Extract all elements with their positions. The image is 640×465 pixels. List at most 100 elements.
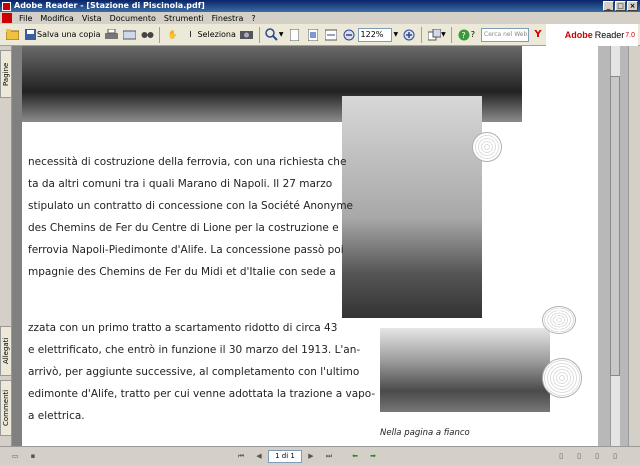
paragraph-line: e elettrificato, che entrò in funzione i…	[28, 344, 361, 356]
forward-arrow-icon: ➡	[370, 452, 376, 460]
save-copy-label: Salva una copia	[37, 30, 101, 39]
toolbar-separator	[159, 26, 161, 43]
actual-size-button[interactable]	[286, 26, 304, 44]
next-view-button[interactable]: ➡	[367, 450, 379, 462]
window-title: Adobe Reader - [Stazione di Piscinola.pd…	[14, 1, 205, 10]
menu-documento[interactable]: Documento	[106, 14, 160, 23]
maximize-button[interactable]: □	[615, 1, 626, 11]
previous-page-button[interactable]: ◀	[253, 450, 265, 462]
zoom-in-icon	[402, 28, 416, 42]
paragraph-line: zzata con un primo tratto a scartamento …	[28, 322, 338, 334]
hand-icon: ✋	[167, 30, 178, 39]
menu-file[interactable]: File	[15, 14, 36, 23]
zoom-out-button[interactable]	[340, 26, 358, 44]
hand-tool-button[interactable]: ✋	[163, 26, 181, 44]
paragraph-line: edimonte d'Alife, tratto per cui venne a…	[28, 388, 376, 400]
postmark-stamp	[472, 132, 502, 162]
brand-version: 7.0	[625, 31, 635, 39]
zoom-level-input[interactable]: 122%	[357, 27, 392, 42]
document-menu-icon[interactable]	[2, 13, 12, 23]
paragraph-line: a elettrica.	[28, 410, 85, 422]
postmark-stamp	[542, 358, 582, 398]
print-button[interactable]	[102, 26, 120, 44]
last-page-icon: ⏭	[325, 451, 333, 460]
floppy-icon: ▪	[30, 452, 36, 460]
yahoo-search-button[interactable]: Y	[529, 26, 547, 44]
document-view[interactable]: necessità di costruzione della ferrovia,…	[12, 46, 598, 446]
zoom-in-button[interactable]	[400, 26, 418, 44]
binoculars-icon	[140, 28, 154, 42]
rotate-button[interactable]: ▼	[425, 26, 448, 44]
previous-view-button[interactable]: ⬅	[349, 450, 361, 462]
first-page-icon: ⏮	[237, 451, 245, 460]
fit-width-button[interactable]	[322, 26, 340, 44]
rotate-icon	[427, 28, 441, 42]
svg-text:?: ?	[461, 31, 465, 40]
brand-name: Adobe	[564, 30, 593, 40]
paragraph-line: ferrovia Napoli-Piedimonte d'Alife. La c…	[28, 244, 344, 256]
toolbar-separator	[421, 26, 423, 43]
tab-commenti[interactable]: Commenti	[0, 380, 12, 436]
chevron-down-icon: ▼	[441, 31, 446, 38]
toolbar-separator	[258, 26, 260, 43]
minimize-button[interactable]: _	[603, 1, 614, 11]
first-page-button[interactable]: ⏮	[235, 450, 247, 462]
email-button[interactable]	[120, 26, 138, 44]
open-button[interactable]	[3, 26, 21, 44]
zoom-dropdown-button[interactable]: ▼	[392, 26, 401, 44]
scroll-thumb[interactable]	[610, 76, 620, 376]
close-button[interactable]: ×	[627, 1, 638, 11]
save-status-button[interactable]: ▪	[27, 450, 39, 462]
continuous-button[interactable]: ▯	[573, 450, 585, 462]
facing-button[interactable]: ▯	[591, 450, 603, 462]
vertical-scrollbar[interactable]	[598, 46, 628, 446]
tab-pagine-label: Pagine	[2, 62, 10, 86]
pdf-page: necessità di costruzione della ferrovia,…	[22, 46, 598, 446]
next-page-icon: ▶	[308, 452, 314, 460]
pdf-app-icon	[2, 1, 11, 11]
email-icon	[122, 28, 136, 42]
paragraph-line: necessità di costruzione della ferrovia,…	[28, 156, 347, 168]
fit-page-button[interactable]	[304, 26, 322, 44]
tab-commenti-label: Commenti	[2, 389, 10, 427]
continuous-facing-button[interactable]: ▯	[609, 450, 621, 462]
paragraph-line: des Chemins de Fer du Centre di Lione pe…	[28, 222, 339, 234]
zoom-out-icon	[342, 28, 356, 42]
page-size-button[interactable]: ▭	[9, 450, 21, 462]
image-caption: Nella pagina a fianco	[380, 428, 470, 438]
toolbar: Salva una copia ✋ I Seleziona ▼ 122% ▼ ▼ …	[0, 24, 640, 46]
menu-strumenti[interactable]: Strumenti	[160, 14, 208, 23]
camera-icon	[240, 28, 254, 42]
next-page-button[interactable]: ▶	[305, 450, 317, 462]
menu-vista[interactable]: Vista	[78, 14, 106, 23]
title-bar: Adobe Reader - [Stazione di Piscinola.pd…	[0, 0, 640, 12]
navigation-sidebar: Pagine Allegati Commenti	[0, 46, 12, 446]
text-select-icon: I	[189, 30, 192, 39]
right-panel	[628, 46, 640, 446]
magnifier-plus-icon	[265, 28, 279, 42]
paragraph-line: arrivò, per aggiunte successive, al comp…	[28, 366, 360, 378]
last-page-button[interactable]: ⏭	[323, 450, 335, 462]
continuous-facing-icon: ▯	[613, 452, 617, 460]
help-button[interactable]: ??	[455, 26, 477, 44]
continuous-icon: ▯	[577, 452, 581, 460]
help-label: ?	[470, 30, 476, 39]
page-number-input[interactable]: 1 di 1	[268, 449, 302, 463]
single-page-button[interactable]: ▯	[555, 450, 567, 462]
toolbar-separator	[450, 26, 452, 43]
snapshot-button[interactable]	[238, 26, 256, 44]
facing-icon: ▯	[595, 452, 599, 460]
fit-width-icon	[324, 28, 338, 42]
zoom-in-tool-button[interactable]: ▼	[263, 26, 286, 44]
search-button[interactable]	[138, 26, 156, 44]
paragraph-line: mpagnie des Chemins de Fer du Midi et d'…	[28, 266, 336, 278]
menu-finestra[interactable]: Finestra	[208, 14, 248, 23]
tab-allegati[interactable]: Allegati	[0, 326, 12, 376]
select-tool-button[interactable]: I Seleziona	[181, 26, 237, 44]
save-copy-button[interactable]: Salva una copia	[21, 26, 102, 44]
web-search-input[interactable]: Cerca nel Web	[481, 27, 530, 42]
single-page-icon: ▯	[559, 452, 563, 460]
tab-pagine[interactable]: Pagine	[0, 50, 12, 98]
menu-help[interactable]: ?	[247, 14, 259, 23]
menu-modifica[interactable]: Modifica	[36, 14, 77, 23]
